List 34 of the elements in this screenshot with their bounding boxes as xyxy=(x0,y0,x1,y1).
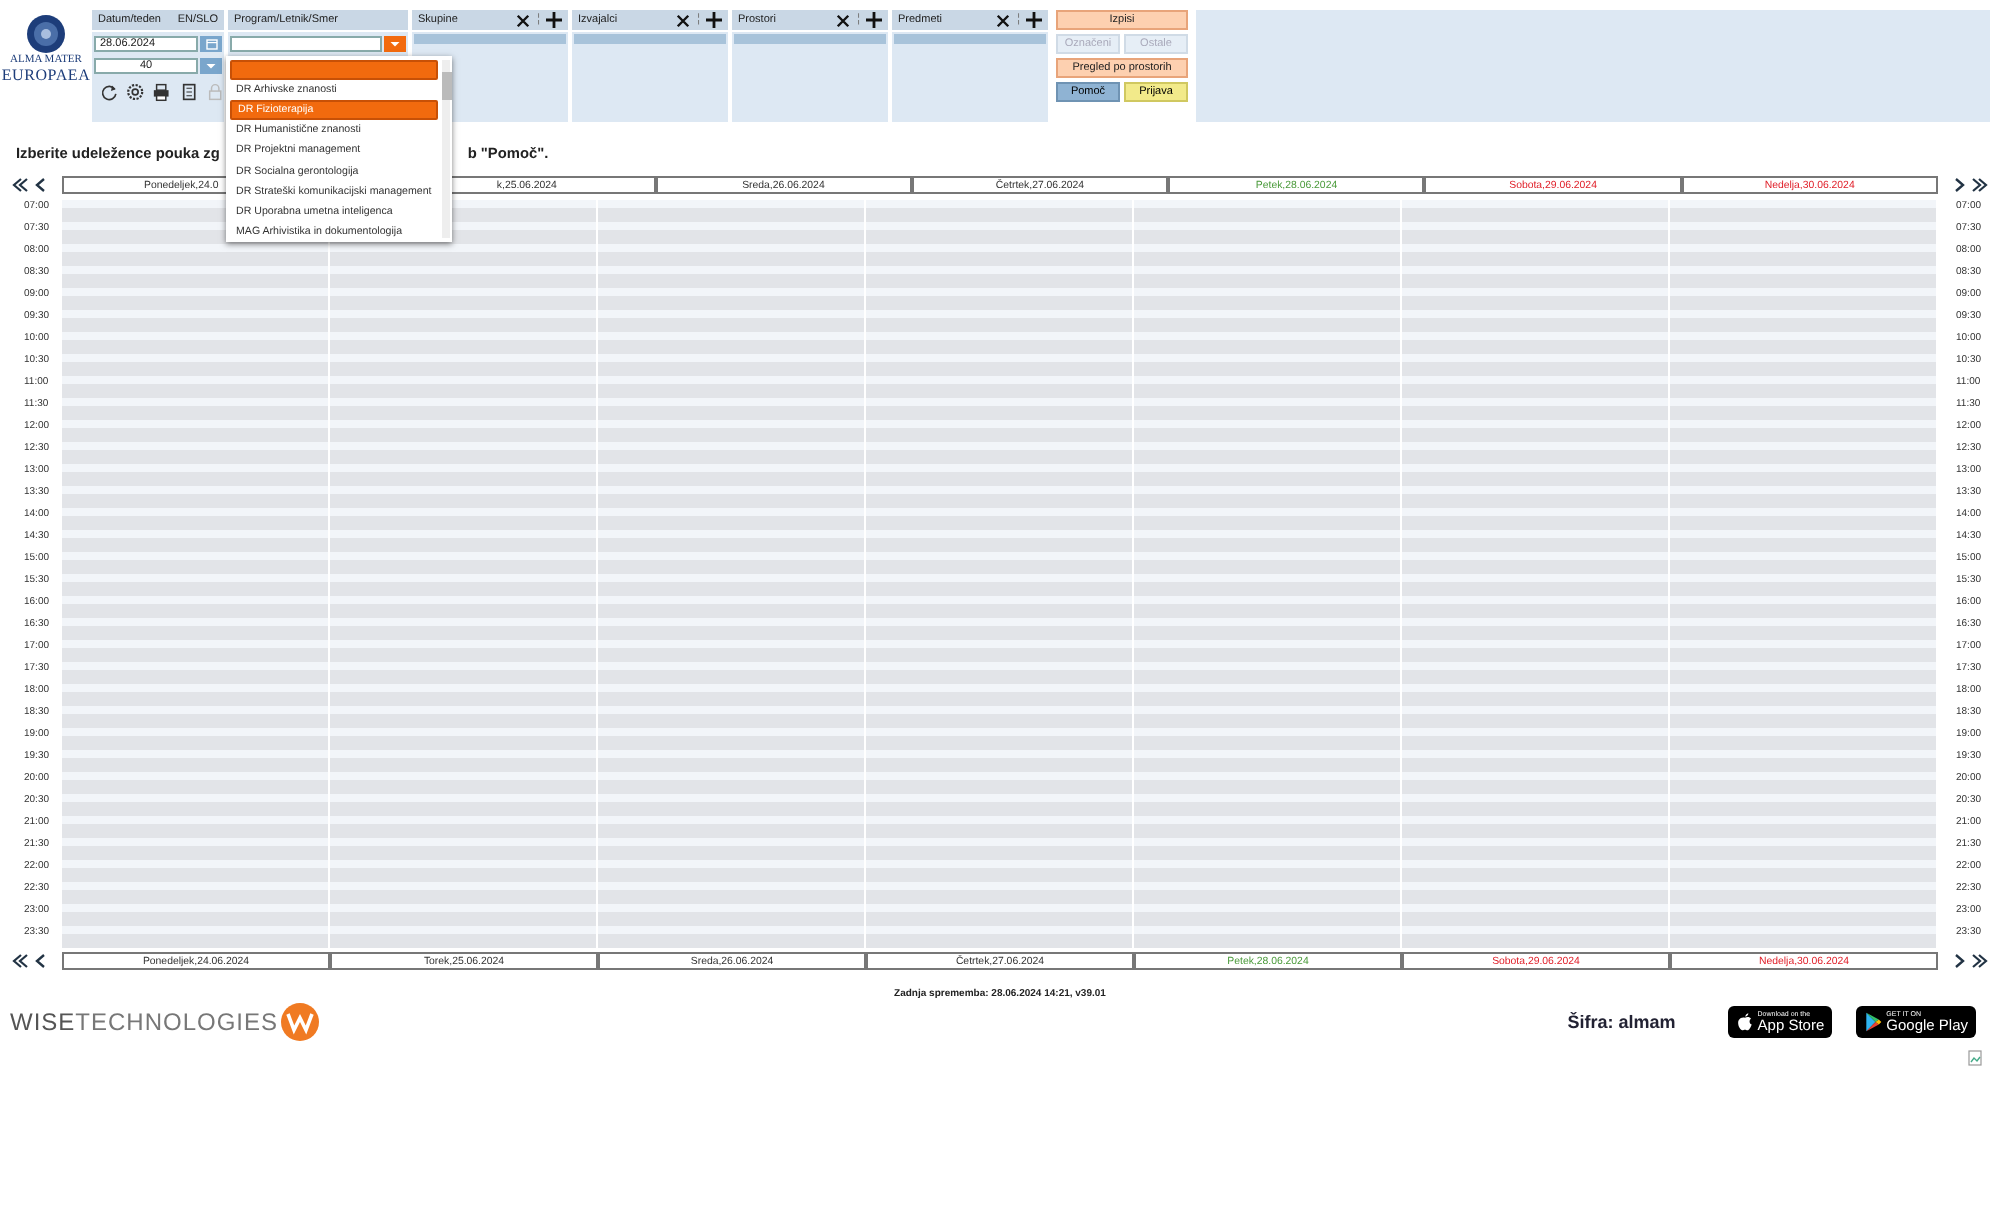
chevron-right-icon[interactable] xyxy=(1950,952,1968,970)
caret-icon xyxy=(390,41,400,47)
plus-icon[interactable] xyxy=(546,12,562,28)
plus-icon[interactable] xyxy=(706,12,722,28)
vendor-logo-icon xyxy=(280,1002,321,1042)
plus-icon[interactable] xyxy=(1026,12,1042,28)
double-chevron-right-icon[interactable] xyxy=(1970,176,1988,194)
calendar-icon xyxy=(205,38,217,50)
empty-option[interactable] xyxy=(230,60,438,81)
document-icon[interactable] xyxy=(179,82,198,102)
double-chevron-left-icon[interactable] xyxy=(12,952,30,970)
program-select[interactable] xyxy=(230,36,382,52)
chevron-right-icon[interactable] xyxy=(1950,176,1968,194)
close-icon[interactable] xyxy=(836,13,851,27)
vendor-logo-text: WISETECHNOLOGIES xyxy=(10,1008,279,1036)
calendar-button[interactable] xyxy=(200,36,222,52)
close-icon[interactable] xyxy=(676,13,691,27)
emblem-icon xyxy=(26,14,66,54)
broken-image-icon xyxy=(1968,1050,1984,1066)
chevron-left-icon[interactable] xyxy=(32,176,50,194)
scrollbar[interactable] xyxy=(441,60,450,238)
close-icon[interactable] xyxy=(996,13,1011,27)
double-chevron-left-icon[interactable] xyxy=(12,176,30,194)
logo-text: EUROPAEA xyxy=(1,66,91,84)
print-icon[interactable] xyxy=(152,82,172,102)
settings-icon[interactable] xyxy=(126,82,145,102)
refresh-icon[interactable] xyxy=(100,82,119,102)
double-chevron-right-icon[interactable] xyxy=(1970,952,1988,970)
dropdown-button[interactable] xyxy=(384,36,406,52)
close-icon[interactable] xyxy=(516,13,531,27)
plus-icon[interactable] xyxy=(866,12,882,28)
caret-icon xyxy=(206,63,216,69)
code-text: Šifra: almam xyxy=(1567,1012,1676,1032)
chevron-left-icon[interactable] xyxy=(32,952,50,970)
